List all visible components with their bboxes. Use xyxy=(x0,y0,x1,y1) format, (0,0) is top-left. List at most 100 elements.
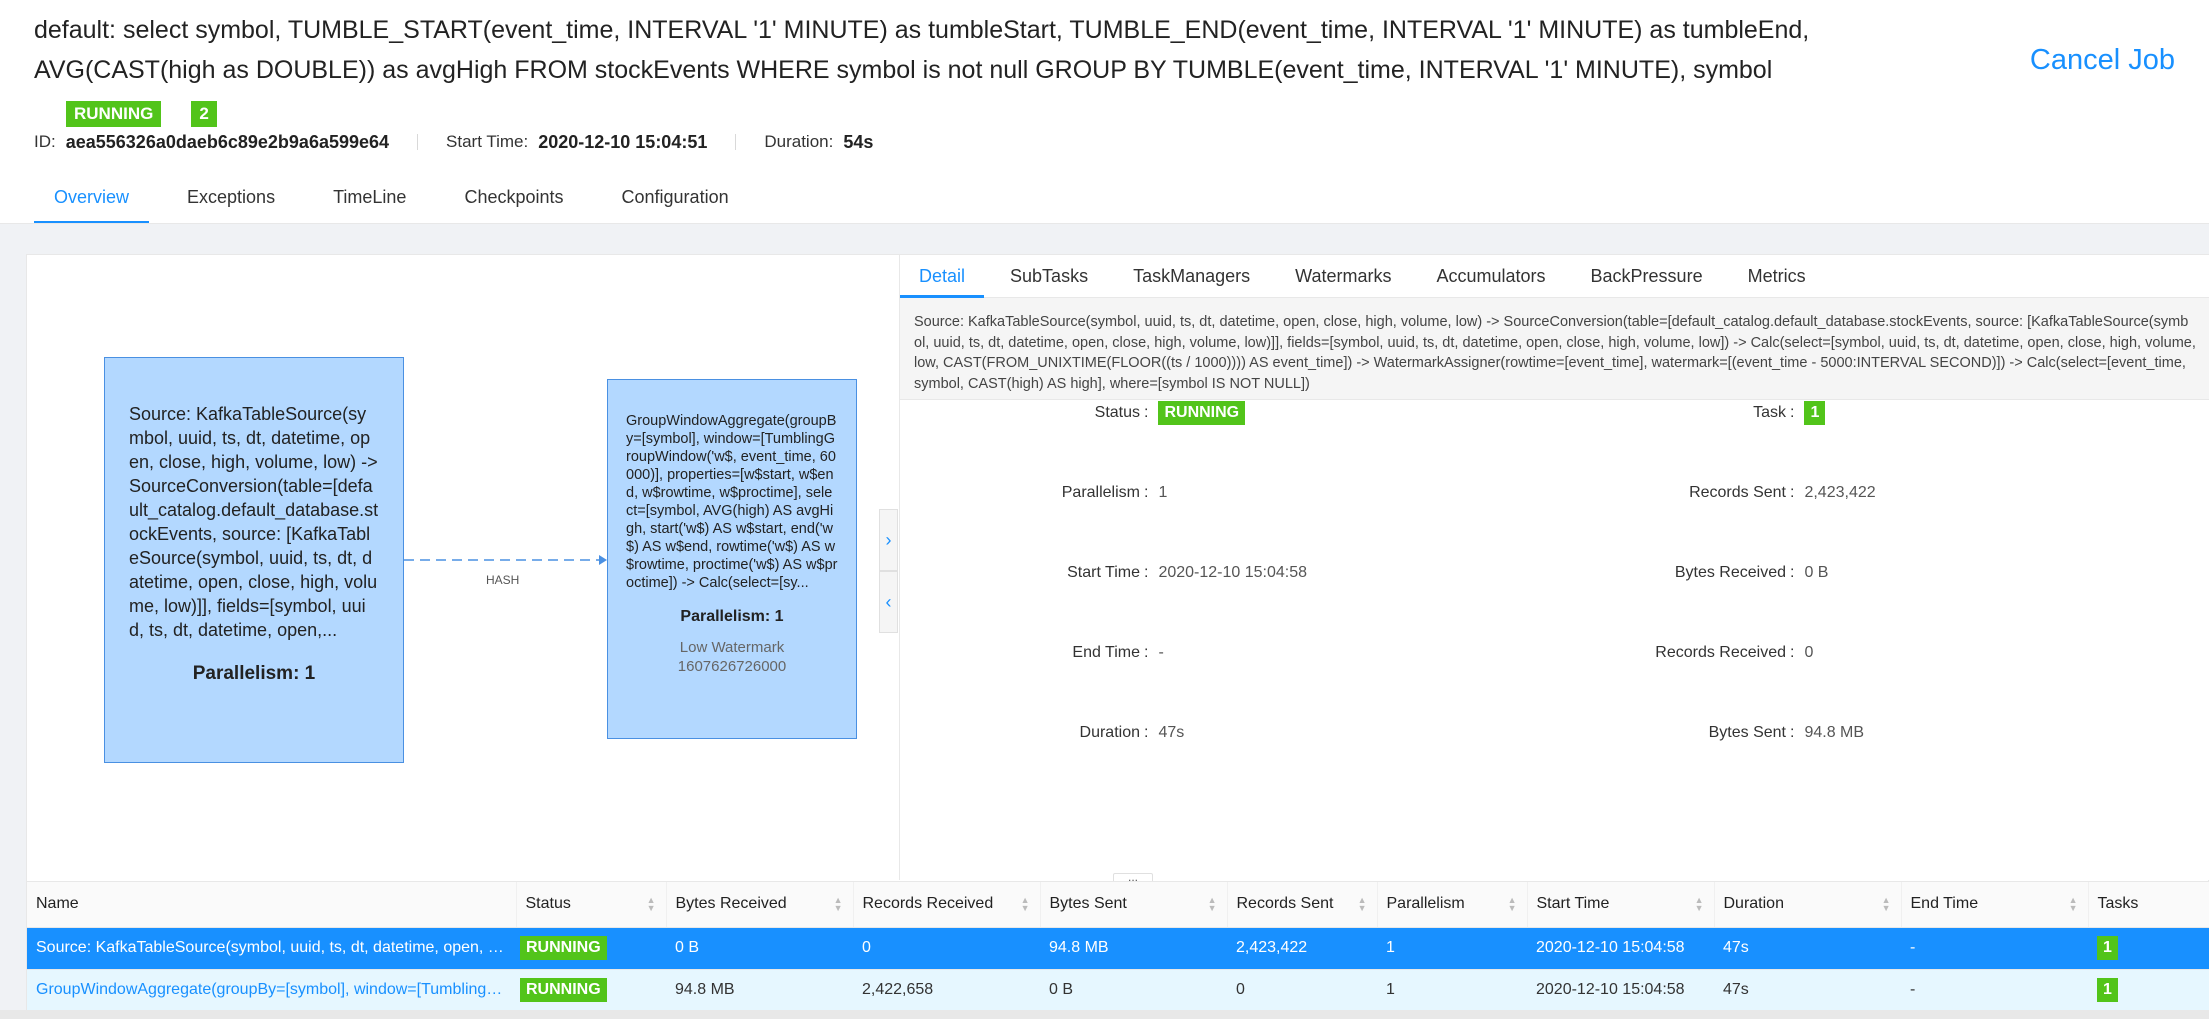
tab-subtasks[interactable]: SubTasks xyxy=(991,255,1107,297)
stat-value: 0 xyxy=(1804,644,1814,661)
column-header-bytes-sent[interactable]: Bytes Sent ▲ ▼ xyxy=(1040,882,1228,928)
tab-watermarks[interactable]: Watermarks xyxy=(1276,255,1410,297)
tab-overview[interactable]: Overview xyxy=(34,180,150,224)
job-title: default: select symbol, TUMBLE_START(eve… xyxy=(34,16,1810,84)
node-watermark-label: Low Watermark xyxy=(679,639,785,656)
chevron-left-icon: ‹ xyxy=(885,591,892,612)
expand-right-button[interactable]: › xyxy=(879,509,898,571)
node-description: GroupWindowAggregate(groupBy=[symbol], w… xyxy=(626,413,838,591)
sort-icon: ▲ ▼ xyxy=(1694,895,1704,913)
vertex-description: Source: KafkaTableSource(symbol, uuid, t… xyxy=(900,298,2209,400)
tab-exceptions[interactable]: Exceptions xyxy=(167,180,295,224)
job-start-time: 2020-12-10 15:04:51 xyxy=(538,131,708,152)
table-row[interactable]: Source: KafkaTableSource(symbol, uuid, t… xyxy=(27,927,2209,970)
column-header-status[interactable]: Status ▲ ▼ xyxy=(516,882,667,928)
tasks-badge: 1 xyxy=(2097,936,2118,960)
vertex-name[interactable]: GroupWindowAggregate(groupBy=[symbol], w… xyxy=(27,969,516,1012)
column-header-label: Parallelism xyxy=(1386,895,1465,913)
sort-icon: ▲ ▼ xyxy=(1020,895,1030,913)
chevron-right-icon: › xyxy=(885,529,892,550)
column-header-start-time[interactable]: Start Time ▲ ▼ xyxy=(1527,882,1715,928)
column-header-records-sent[interactable]: Records Sent ▲ ▼ xyxy=(1227,882,1378,928)
stat-label: Parallelism xyxy=(1061,484,1140,501)
sort-icon: ▲ ▼ xyxy=(2068,895,2078,913)
stat-label: Bytes Received xyxy=(1674,564,1786,581)
vertex-status: RUNNING xyxy=(516,969,666,1012)
sort-icon: ▲ ▼ xyxy=(833,895,843,913)
parallelism: 1 xyxy=(1377,969,1527,1012)
tab-taskmanagers[interactable]: TaskManagers xyxy=(1114,255,1269,297)
column-header-label: Start Time xyxy=(1536,895,1610,913)
stat-records-received: Records Received: 0 xyxy=(1546,640,1813,666)
column-header-bytes-received[interactable]: Bytes Received ▲ ▼ xyxy=(666,882,854,928)
stat-status-badge: RUNNING xyxy=(1158,401,1246,425)
vertex-detail-panel: Detail SubTasks TaskManagers Watermarks … xyxy=(899,255,2209,880)
column-header-label: End Time xyxy=(1910,895,1979,913)
graph-node-aggregate[interactable]: GroupWindowAggregate(groupBy=[symbol], w… xyxy=(607,379,857,739)
column-header-label: Status xyxy=(525,895,571,913)
column-header-records-received[interactable]: Records Received ▲ ▼ xyxy=(853,882,1041,928)
cancel-job-button[interactable]: Cancel Job xyxy=(2030,44,2175,77)
column-header-end-time[interactable]: End Time ▲ ▼ xyxy=(1901,882,2089,928)
job-badges: RUNNING 2 xyxy=(66,101,217,127)
node-parallelism: Parallelism: 1 xyxy=(192,663,316,684)
records-sent: 0 xyxy=(1227,969,1377,1012)
end-time: - xyxy=(1901,969,2088,1012)
stat-value: - xyxy=(1158,644,1164,661)
sort-icon: ▲ ▼ xyxy=(1881,895,1891,913)
vertex-status: RUNNING xyxy=(516,927,666,970)
sort-icon: ▲ ▼ xyxy=(1357,895,1367,913)
stat-label: Start Time xyxy=(1067,564,1140,581)
status-badge: RUNNING xyxy=(520,978,607,1002)
column-header-parallelism[interactable]: Parallelism ▲ ▼ xyxy=(1377,882,1528,928)
table-header-row: Name Status ▲ ▼ Bytes Received ▲ ▼ Records R… xyxy=(27,882,2209,928)
bytes-received: 94.8 MB xyxy=(666,969,853,1012)
graph-node-source[interactable]: Source: KafkaTableSource(symbol, uuid, t… xyxy=(104,357,404,763)
job-id-label: ID: xyxy=(34,132,56,151)
start-time: 2020-12-10 15:04:58 xyxy=(1527,969,1714,1012)
divider xyxy=(735,134,737,150)
tab-metrics[interactable]: Metrics xyxy=(1729,255,1825,297)
status-badge: RUNNING xyxy=(520,936,607,960)
collapse-left-button[interactable]: ‹ xyxy=(879,571,898,633)
start-time-label: Start Time: xyxy=(446,132,529,151)
node-parallelism: Parallelism: 1 xyxy=(680,608,784,625)
stat-label: Duration xyxy=(1079,724,1140,741)
tab-accumulators[interactable]: Accumulators xyxy=(1417,255,1564,297)
column-header-label: Bytes Received xyxy=(675,895,787,913)
column-header-label: Records Sent xyxy=(1236,895,1334,913)
tab-checkpoints[interactable]: Checkpoints xyxy=(444,180,583,224)
stat-value: 47s xyxy=(1158,724,1185,741)
tasks-badge: 1 xyxy=(2097,978,2118,1002)
edge-label: HASH xyxy=(486,573,520,587)
job-header: default: select symbol, TUMBLE_START(eve… xyxy=(0,0,2209,224)
table-row[interactable]: GroupWindowAggregate(groupBy=[symbol], w… xyxy=(27,969,2209,1012)
job-tabs: Overview Exceptions TimeLine Checkpoints… xyxy=(34,180,767,224)
records-received: 2,422,658 xyxy=(853,969,1040,1012)
vertex-table: Name Status ▲ ▼ Bytes Received ▲ ▼ Records R… xyxy=(27,881,2209,1019)
vertex-name[interactable]: Source: KafkaTableSource(symbol, uuid, t… xyxy=(27,927,516,970)
node-watermark-value: 1607626726000 xyxy=(677,658,787,675)
duration: 47s xyxy=(1714,927,1901,970)
column-header-duration[interactable]: Duration ▲ ▼ xyxy=(1714,882,1902,928)
sort-icon: ▲ ▼ xyxy=(1507,895,1517,913)
stat-parallelism: Parallelism: 1 xyxy=(900,480,1168,506)
stat-duration: Duration: 47s xyxy=(900,720,1185,746)
tab-backpressure[interactable]: BackPressure xyxy=(1572,255,1722,297)
end-time: - xyxy=(1901,927,2088,970)
stat-value: 2,423,422 xyxy=(1804,484,1876,501)
flink-job-page: default: select symbol, TUMBLE_START(eve… xyxy=(0,0,2209,1019)
duration-label: Duration: xyxy=(764,132,834,151)
scrollbar-track[interactable] xyxy=(0,1010,2209,1019)
stat-label: Records Sent xyxy=(1689,484,1786,501)
job-graph[interactable]: HASH Source: KafkaTableSource(symbol, uu… xyxy=(27,255,897,880)
tab-timeline[interactable]: TimeLine xyxy=(313,180,426,224)
column-header-tasks: Tasks xyxy=(2088,882,2209,928)
bytes-sent: 0 B xyxy=(1040,969,1227,1012)
tab-configuration[interactable]: Configuration xyxy=(602,180,749,224)
stat-task: Task: 1 xyxy=(1546,400,1826,426)
stat-task-badge: 1 xyxy=(1804,401,1826,425)
stat-bytes-received: Bytes Received: 0 B xyxy=(1546,560,1829,586)
tab-detail[interactable]: Detail xyxy=(900,255,985,298)
running-tasks-badge: 2 xyxy=(191,101,217,127)
